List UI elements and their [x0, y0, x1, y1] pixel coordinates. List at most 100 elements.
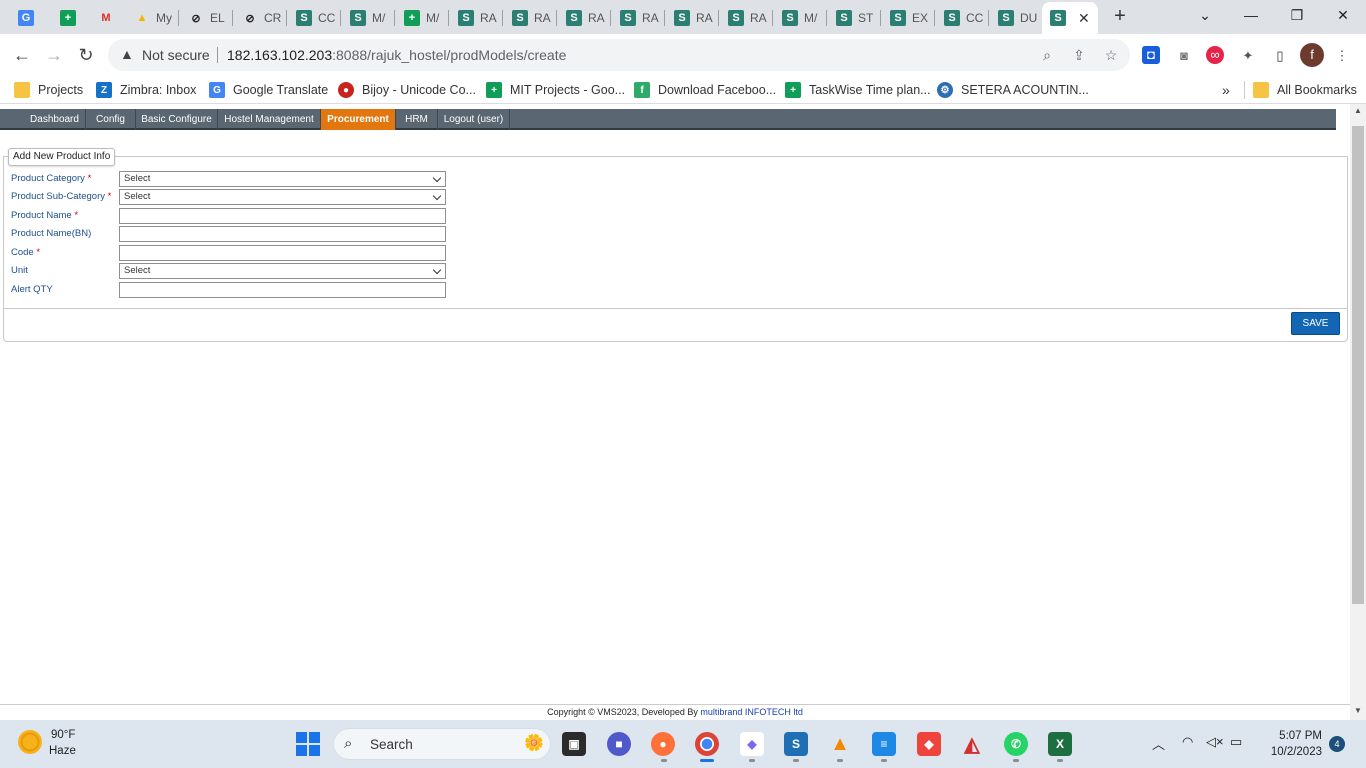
- menu-logout[interactable]: Logout (user): [438, 109, 510, 130]
- browser-tab[interactable]: + M/: [396, 4, 448, 32]
- web-app-icon[interactable]: ◭: [960, 732, 984, 756]
- developer-link[interactable]: multibrand INFOTECH ltd: [700, 707, 803, 717]
- product-subcategory-select[interactable]: Select: [119, 189, 446, 205]
- browser-tab[interactable]: S M/: [774, 4, 826, 32]
- notification-badge[interactable]: 4: [1329, 736, 1345, 752]
- security-label[interactable]: Not secure: [142, 47, 210, 63]
- browser-tab-active[interactable]: S ✕: [1042, 2, 1098, 34]
- bookmark-zimbra[interactable]: Z Zimbra: Inbox: [96, 81, 196, 99]
- anydesk-icon[interactable]: ◆: [917, 732, 941, 756]
- form-actions: [3, 308, 1348, 342]
- excel-icon[interactable]: X: [1048, 732, 1072, 756]
- bookmark-mit-projects[interactable]: + MIT Projects - Goo...: [486, 81, 625, 99]
- back-button[interactable]: ←: [10, 43, 34, 67]
- browser-tab[interactable]: S M/: [342, 4, 394, 32]
- close-tab-icon[interactable]: ✕: [1078, 10, 1090, 27]
- s-app-icon[interactable]: S: [784, 732, 808, 756]
- address-bar[interactable]: ▲ Not secure 182.163.102.203:8088/rajuk_…: [108, 39, 1130, 71]
- browser-tab[interactable]: S EX: [882, 4, 934, 32]
- restore-button[interactable]: ❐: [1274, 0, 1320, 30]
- clickup-icon[interactable]: ◆: [740, 732, 764, 756]
- bookmark-taskwise[interactable]: + TaskWise Time plan...: [785, 81, 931, 99]
- browser-tab[interactable]: S RA: [612, 4, 664, 32]
- weather-sun-icon[interactable]: [18, 730, 42, 754]
- browser-tab[interactable]: +: [52, 4, 94, 32]
- bookmark-setera[interactable]: ⚙ SETERA ACOUNTIN...: [937, 81, 1089, 99]
- taskbar: 90°F Haze ⌕ Search 🌼 ▣ ■ ● ◆ S ▲ ≡ ◆ ◭ ✆…: [0, 720, 1366, 768]
- browser-tab[interactable]: ▲ My: [126, 4, 178, 32]
- menu-hrm[interactable]: HRM: [396, 109, 438, 130]
- windows-start-icon[interactable]: [296, 732, 320, 756]
- save-button[interactable]: SAVE: [1291, 312, 1340, 335]
- bitwarden-icon[interactable]: ◘: [1142, 46, 1160, 64]
- bookmark-bijoy[interactable]: ● Bijoy - Unicode Co...: [338, 81, 476, 99]
- product-category-select[interactable]: Select: [119, 171, 446, 187]
- browser-tab[interactable]: S DU: [990, 4, 1042, 32]
- browser-tab[interactable]: S CC: [288, 4, 340, 32]
- page-scrollbar[interactable]: ▲ ▼: [1350, 104, 1366, 720]
- bookmark-download-facebook[interactable]: f Download Faceboo...: [634, 81, 776, 99]
- whatsapp-icon[interactable]: ✆: [1004, 732, 1028, 756]
- menu-config[interactable]: Config: [86, 109, 136, 130]
- wifi-icon[interactable]: ◠: [1182, 734, 1193, 750]
- bookmarks-overflow-button[interactable]: »: [1222, 81, 1230, 99]
- scroll-down-icon[interactable]: ▼: [1350, 704, 1366, 718]
- weather-condition[interactable]: Haze: [49, 745, 76, 757]
- minimize-button[interactable]: —: [1228, 0, 1274, 30]
- browser-tab[interactable]: G: [10, 4, 52, 32]
- vlc-icon[interactable]: ▲: [828, 732, 852, 756]
- bookmark-star-icon[interactable]: ☆: [1101, 45, 1121, 65]
- bookmark-google-translate[interactable]: G Google Translate: [209, 81, 328, 99]
- browser-tab[interactable]: S ST: [828, 4, 880, 32]
- file-explorer-icon[interactable]: ▣: [562, 732, 586, 756]
- menu-basic-configure[interactable]: Basic Configure: [136, 109, 218, 130]
- speaker-muted-icon[interactable]: ◁×: [1206, 734, 1224, 750]
- url-text[interactable]: 182.163.102.203:8088/rajuk_hostel/prodMo…: [227, 47, 566, 63]
- browser-tab[interactable]: S RA: [666, 4, 718, 32]
- menu-hostel-management[interactable]: Hostel Management: [218, 109, 321, 130]
- share-icon[interactable]: ⇪: [1069, 45, 1089, 65]
- close-window-button[interactable]: ✕: [1320, 0, 1366, 30]
- unit-select[interactable]: Select: [119, 263, 446, 279]
- all-bookmarks[interactable]: All Bookmarks: [1253, 81, 1357, 99]
- product-name-input[interactable]: [119, 208, 446, 224]
- zoom-icon[interactable]: ⌕: [1037, 45, 1057, 65]
- weather-temperature[interactable]: 90°F: [51, 729, 75, 741]
- chrome-icon[interactable]: [695, 732, 719, 756]
- scroll-up-icon[interactable]: ▲: [1350, 104, 1366, 118]
- reload-button[interactable]: ↻: [74, 43, 98, 67]
- more-menu-icon[interactable]: ⋮: [1332, 46, 1352, 66]
- browser-tab[interactable]: ⊘ CR: [234, 4, 286, 32]
- bookmark-projects[interactable]: Projects: [14, 81, 83, 99]
- alert-qty-input[interactable]: [119, 282, 446, 298]
- battery-icon[interactable]: ▭: [1230, 734, 1242, 750]
- camera-icon[interactable]: ◙: [1174, 46, 1194, 66]
- scrollbar-thumb[interactable]: [1352, 126, 1364, 604]
- search-icon: ⌕: [344, 735, 353, 752]
- menu-dashboard[interactable]: Dashboard: [24, 109, 86, 130]
- notepad-icon[interactable]: ≡: [872, 732, 896, 756]
- teams-meet-icon[interactable]: ■: [607, 732, 631, 756]
- browser-tab[interactable]: S CC: [936, 4, 988, 32]
- show-hidden-icons-chevron-icon[interactable]: ︿: [1152, 734, 1165, 753]
- browser-tab[interactable]: ⊘ EL: [180, 4, 232, 32]
- browser-tab[interactable]: S RA: [450, 4, 502, 32]
- product-name-bn-input[interactable]: [119, 226, 446, 242]
- firefox-icon[interactable]: ●: [651, 732, 675, 756]
- side-panel-icon[interactable]: ▯: [1270, 46, 1290, 66]
- code-input[interactable]: [119, 245, 446, 261]
- extension-red-icon[interactable]: ∞: [1206, 46, 1224, 64]
- gear-icon: ⚙: [937, 82, 953, 98]
- extensions-puzzle-icon[interactable]: ✦: [1238, 46, 1258, 66]
- taskbar-search[interactable]: ⌕ Search 🌼: [333, 728, 551, 760]
- menu-procurement[interactable]: Procurement: [321, 109, 396, 130]
- forward-button[interactable]: →: [42, 43, 66, 67]
- new-tab-button[interactable]: +: [1110, 6, 1130, 26]
- browser-tab[interactable]: S RA: [720, 4, 772, 32]
- tab-search-chevron-icon[interactable]: ⌄: [1182, 0, 1228, 30]
- browser-tab[interactable]: S RA: [558, 4, 610, 32]
- browser-tab[interactable]: S RA: [504, 4, 556, 32]
- profile-avatar[interactable]: f: [1300, 43, 1324, 67]
- system-clock[interactable]: 5:07 PM 10/2/2023: [1262, 728, 1322, 760]
- warning-icon[interactable]: ▲: [120, 46, 134, 62]
